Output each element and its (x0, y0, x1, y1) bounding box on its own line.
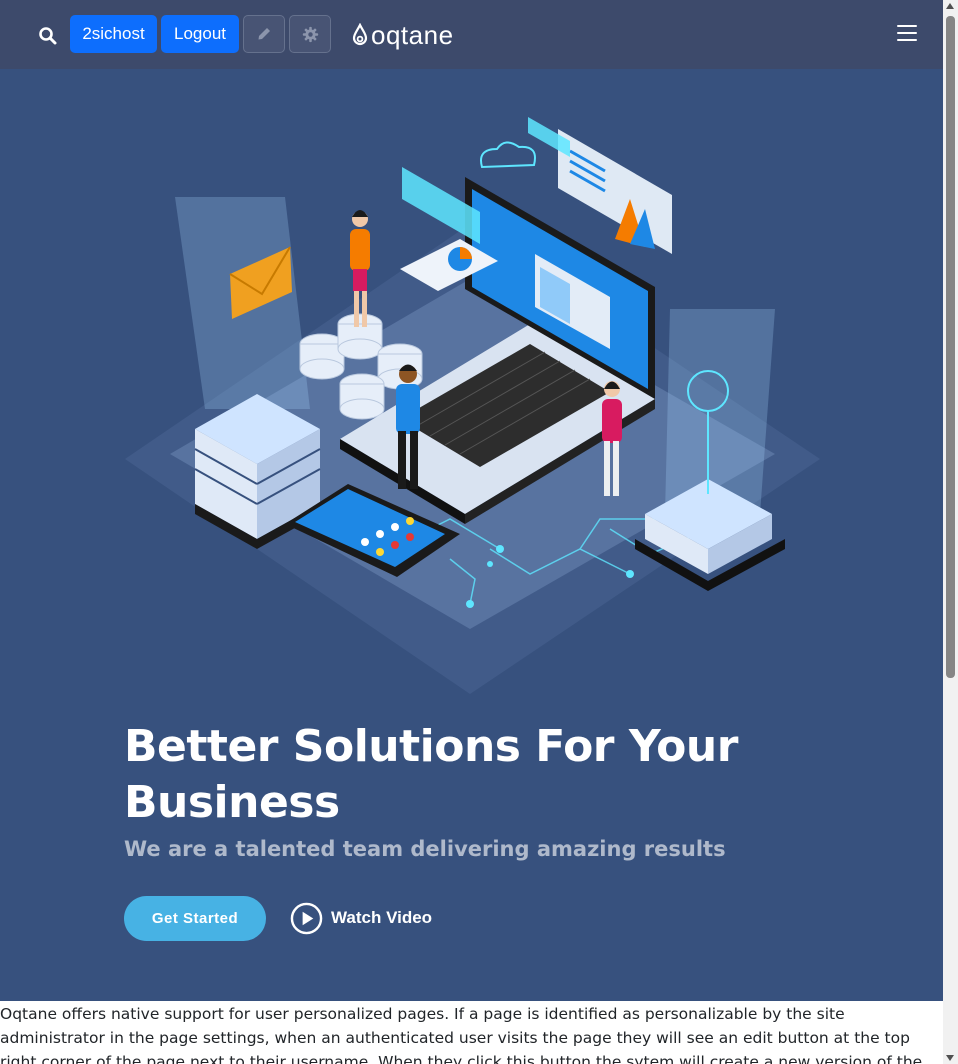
watch-video-label: Watch Video (331, 908, 433, 927)
hamburger-icon (897, 25, 917, 41)
hero-title: Better Solutions For Your Business (124, 721, 738, 828)
menu-toggle-button[interactable] (897, 25, 917, 43)
get-started-button[interactable]: Get Started (124, 896, 266, 941)
gear-icon (302, 26, 318, 42)
site-logo[interactable]: oqtane (352, 18, 454, 52)
search-icon (39, 27, 57, 45)
hero-illustration (125, 117, 820, 694)
personalization-paragraph: Oqtane offers native support for user pe… (0, 1005, 923, 1064)
hero-subtitle: We are a talented team delivering amazin… (124, 837, 726, 861)
control-panel-button[interactable] (289, 15, 331, 53)
oqtane-drop-icon (352, 23, 368, 46)
logout-button[interactable]: Logout (161, 15, 239, 53)
hero-section: Better Solutions For Your Business We ar… (0, 69, 943, 1001)
play-circle-icon (290, 902, 323, 934)
scroll-down-arrow-icon[interactable] (946, 1055, 954, 1061)
search-button[interactable] (36, 24, 60, 48)
scroll-up-arrow-icon[interactable] (946, 3, 954, 9)
top-navbar: 2sichost Logout oqtane (0, 0, 943, 69)
scrollbar-thumb[interactable] (946, 16, 955, 678)
watch-video-button[interactable]: Watch Video (290, 901, 432, 935)
page-scrollbar[interactable] (943, 0, 958, 1064)
pencil-icon (258, 28, 270, 40)
user-profile-button[interactable]: 2sichost (70, 15, 157, 53)
edit-mode-button[interactable] (243, 15, 285, 53)
logo-text: oqtane (371, 19, 454, 50)
